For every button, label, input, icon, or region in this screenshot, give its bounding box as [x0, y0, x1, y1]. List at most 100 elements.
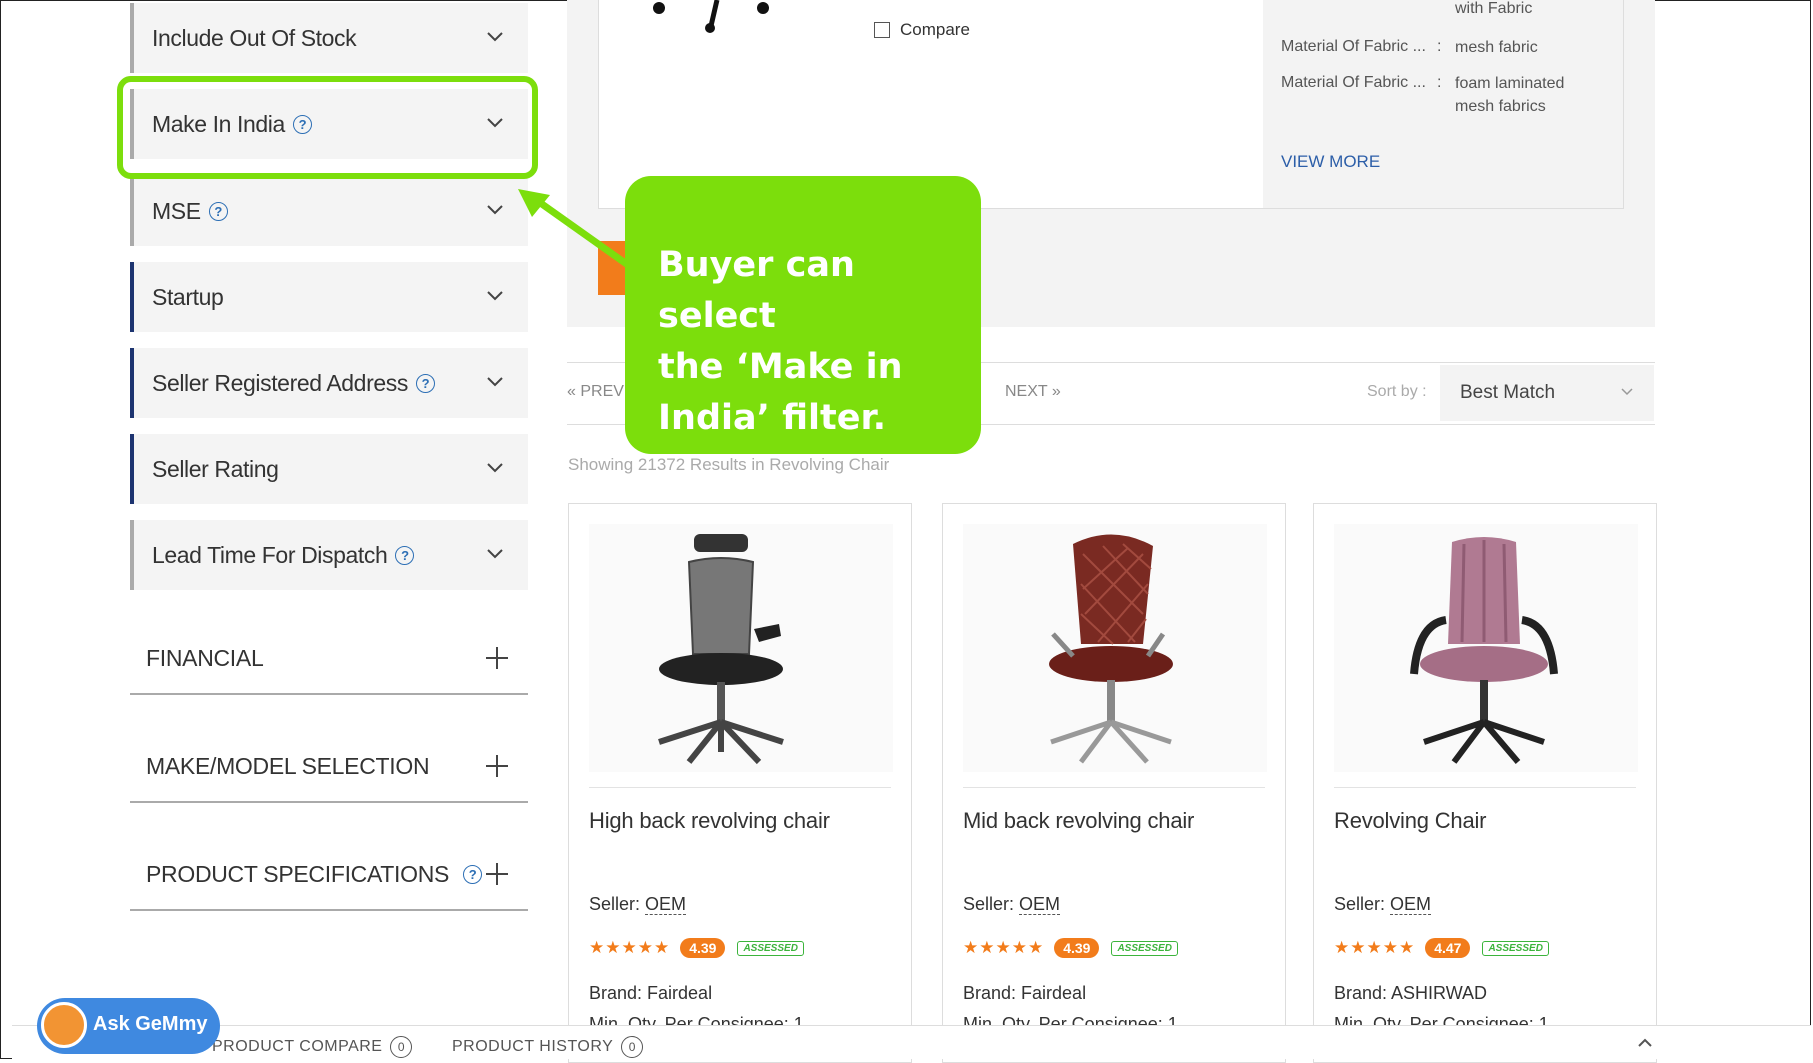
filter-label: MSE — [152, 197, 201, 224]
compare-count: 0 — [390, 1036, 413, 1058]
filter-mse[interactable]: MSE ? — [130, 176, 528, 246]
gemmy-avatar-icon — [41, 1002, 87, 1048]
chevron-down-icon — [1621, 388, 1633, 396]
product-image[interactable] — [589, 524, 893, 772]
product-image[interactable] — [1334, 524, 1638, 772]
seller-link[interactable]: OEM — [1390, 894, 1432, 915]
sort-value: Best Match — [1460, 382, 1556, 403]
rating-row: ★★★★★ 4.39 ASSESSED — [589, 936, 804, 960]
seller-link[interactable]: OEM — [1019, 894, 1061, 915]
filter-startup[interactable]: Startup — [130, 262, 528, 332]
section-label: MAKE/MODEL SELECTION — [146, 752, 430, 779]
help-icon[interactable]: ? — [208, 201, 228, 221]
help-icon[interactable]: ? — [415, 373, 435, 393]
chevron-down-icon — [487, 32, 503, 42]
product-card[interactable]: Mid back revolving chair Seller: OEM ★★★… — [942, 503, 1286, 1063]
instruction-callout: Buyer can select the ‘Make in India’ fil… — [625, 176, 981, 454]
help-icon[interactable]: ? — [395, 545, 415, 565]
ask-gemmy-button[interactable]: Ask GeMmy — [37, 998, 220, 1054]
section-make-model-selection[interactable]: MAKE/MODEL SELECTION — [130, 731, 528, 803]
section-label: PRODUCT SPECIFICATIONS — [146, 860, 450, 887]
compare-checkbox[interactable]: Compare — [874, 20, 970, 40]
brand-text: Brand: ASHIRWAD — [1334, 983, 1488, 1003]
seller-label: Seller: — [963, 894, 1015, 914]
spec-separator: : — [1437, 74, 1442, 91]
card-divider — [589, 787, 891, 788]
product-card[interactable]: Revolving Chair Seller: OEM ★★★★★ 4.47 A… — [1313, 503, 1657, 1063]
filter-label: Startup — [152, 283, 224, 310]
spec-key: Material Of Fabric ... — [1281, 74, 1426, 91]
product-compare-tab[interactable]: PRODUCT COMPARE 0 — [212, 1036, 413, 1058]
filter-label: Include Out Of Stock — [152, 24, 357, 51]
brand-text: Brand: Fairdeal — [963, 983, 1087, 1003]
filter-label: Seller Registered Address — [152, 369, 408, 396]
rating-badge: 4.47 — [1425, 938, 1471, 958]
spec-key: Material Of Fabric ... — [1281, 38, 1426, 55]
spec-value: mesh fabric — [1455, 39, 1538, 56]
rating-badge: 4.39 — [680, 938, 726, 958]
seller-label: Seller: — [1334, 894, 1386, 914]
plus-icon — [486, 647, 508, 669]
star-rating-icon: ★★★★★ — [589, 938, 671, 957]
product-history-label: PRODUCT HISTORY — [452, 1038, 614, 1055]
product-compare-label: PRODUCT COMPARE — [212, 1038, 383, 1055]
chevron-down-icon — [487, 205, 503, 215]
checkbox-icon[interactable] — [874, 22, 890, 38]
product-name[interactable]: Revolving Chair — [1334, 808, 1486, 834]
ask-gemmy-label: Ask GeMmy — [93, 1013, 208, 1035]
chevron-up-icon[interactable] — [1637, 1036, 1653, 1048]
card-divider — [1334, 787, 1636, 788]
sort-select[interactable]: Best Match — [1440, 365, 1654, 421]
card-divider — [963, 787, 1265, 788]
chair-legs-image — [653, 0, 769, 33]
assessed-badge: ASSESSED — [1482, 940, 1549, 956]
chevron-down-icon — [487, 377, 503, 387]
plus-icon — [486, 755, 508, 777]
results-count: Showing 21372 Results in Revolving Chair — [568, 455, 890, 474]
chevron-down-icon — [487, 291, 503, 301]
filter-seller-registered-address[interactable]: Seller Registered Address ? — [130, 348, 528, 418]
compare-label: Compare — [900, 20, 970, 39]
seller-label: Seller: — [589, 894, 641, 914]
callout-line: Buyer can select — [658, 245, 855, 336]
filter-label: Lead Time For Dispatch — [152, 541, 388, 568]
next-page-link[interactable]: NEXT » — [1005, 383, 1061, 401]
filter-lead-time-for-dispatch[interactable]: Lead Time For Dispatch ? — [130, 520, 528, 590]
spec-value: foam laminated mesh fabrics — [1455, 75, 1565, 115]
star-rating-icon: ★★★★★ — [963, 938, 1045, 957]
rating-row: ★★★★★ 4.47 ASSESSED — [1334, 936, 1549, 960]
plus-icon — [486, 863, 508, 885]
spec-panel: with Fabric Material Of Fabric ... : mes… — [1263, 0, 1623, 208]
seller-line: Seller: OEM — [589, 894, 687, 915]
product-name[interactable]: Mid back revolving chair — [963, 808, 1194, 834]
section-label: FINANCIAL — [146, 644, 264, 671]
product-history-tab[interactable]: PRODUCT HISTORY 0 — [452, 1036, 644, 1058]
sort-by-label: Sort by : — [1367, 383, 1427, 400]
brand-text: Brand: Fairdeal — [589, 983, 713, 1003]
product-name[interactable]: High back revolving chair — [589, 808, 830, 834]
rating-row: ★★★★★ 4.39 ASSESSED — [963, 936, 1178, 960]
spec-value: with Fabric — [1455, 0, 1533, 17]
assessed-badge: ASSESSED — [737, 940, 804, 956]
callout-line: India’ filter. — [658, 398, 887, 438]
spec-separator: : — [1437, 38, 1442, 55]
star-rating-icon: ★★★★★ — [1334, 938, 1416, 957]
help-icon[interactable]: ? — [463, 864, 483, 884]
chevron-down-icon — [487, 463, 503, 473]
bottom-bar: PRODUCT COMPARE 0 PRODUCT HISTORY 0 — [12, 1025, 1811, 1059]
section-product-specifications[interactable]: PRODUCT SPECIFICATIONS ? — [130, 839, 528, 911]
seller-line: Seller: OEM — [963, 894, 1061, 915]
make-in-india-highlight-box — [117, 76, 538, 179]
product-image[interactable] — [963, 524, 1267, 772]
chevron-down-icon — [487, 549, 503, 559]
assessed-badge: ASSESSED — [1111, 940, 1178, 956]
filter-include-out-of-stock[interactable]: Include Out Of Stock — [130, 3, 528, 73]
product-card[interactable]: High back revolving chair Seller: OEM ★★… — [568, 503, 912, 1063]
section-financial[interactable]: FINANCIAL — [130, 623, 528, 695]
filter-seller-rating[interactable]: Seller Rating — [130, 434, 528, 504]
filter-label: Seller Rating — [152, 455, 279, 482]
view-more-link[interactable]: VIEW MORE — [1281, 152, 1380, 172]
history-count: 0 — [621, 1036, 644, 1058]
seller-line: Seller: OEM — [1334, 894, 1432, 915]
seller-link[interactable]: OEM — [645, 894, 687, 915]
